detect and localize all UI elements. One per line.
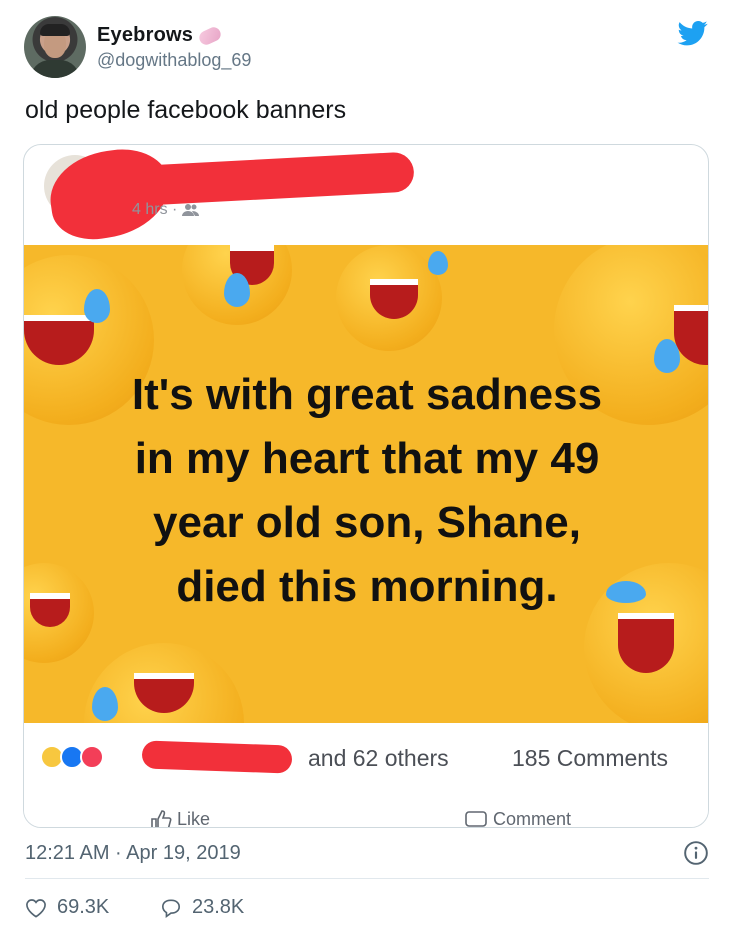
tweet-card: Eyebrows @dogwithablog_69 old people fac… [0,0,732,934]
facebook-banner-image: It's with great sadness in my heart that… [24,245,708,723]
laughing-emoji-icon [336,245,442,351]
facebook-comment-label: Comment [493,809,572,828]
emoji-mouth [24,315,94,365]
reactions-others-label[interactable]: and 62 others [308,745,449,772]
facebook-like-button[interactable]: Like [150,809,211,828]
facebook-comment-button[interactable]: Comment [464,809,572,828]
facebook-reactions-bar: and 62 others 185 Comments [24,723,708,794]
tweet-divider [25,878,709,879]
tear-icon [428,251,448,275]
avatar-hair [40,24,70,36]
comments-count[interactable]: 185 Comments [512,745,668,772]
redaction-scribble [123,151,415,207]
tear-icon [92,687,118,721]
author-handle[interactable]: @dogwithablog_69 [97,50,251,71]
twitter-bird-icon[interactable] [676,18,710,48]
facebook-post-time: 4 hrs · [132,201,200,219]
author-avatar[interactable] [24,16,86,78]
tear-icon [84,289,110,323]
emoji-mouth [370,279,418,319]
facebook-action-bar: Like Comment [24,793,708,828]
heart-icon [26,898,46,918]
facebook-like-label: Like [177,809,211,828]
like-stat[interactable]: 69.3K [25,896,109,919]
redaction-scribble [141,740,293,774]
like-count: 69.3K [57,896,110,918]
emoji-mouth [134,673,194,713]
pill-emoji-icon [197,24,224,47]
thumbs-up-icon [151,810,172,827]
reply-count: 23.8K [192,896,245,918]
banner-line: year old son, Shane, [153,498,581,547]
info-icon[interactable] [683,840,709,866]
tweet-text: old people facebook banners [25,96,347,124]
banner-message: It's with great sadness in my heart that… [24,363,708,619]
speech-bubble-icon [161,898,181,918]
banner-line: in my heart that my 49 [134,434,600,483]
reaction-icons[interactable] [40,741,118,773]
banner-line: died this morning. [176,562,558,611]
tweet-timestamp[interactable]: 12:21 AM · Apr 19, 2019 [25,842,241,865]
comment-icon [465,811,487,827]
love-reaction-icon [80,745,104,769]
banner-line: It's with great sadness [131,370,603,419]
author-name-text: Eyebrows [97,24,194,46]
reply-stat[interactable]: 23.8K [160,896,244,919]
author-name[interactable]: Eyebrows [97,24,224,47]
emoji-mouth [618,613,674,673]
avatar-shirt [30,60,80,78]
facebook-post-time-label: 4 hrs · [132,201,178,218]
embedded-facebook-post[interactable]: 4 hrs · It's with great sadness in my he… [23,144,709,828]
tear-icon [224,273,250,307]
friends-icon [181,203,199,216]
